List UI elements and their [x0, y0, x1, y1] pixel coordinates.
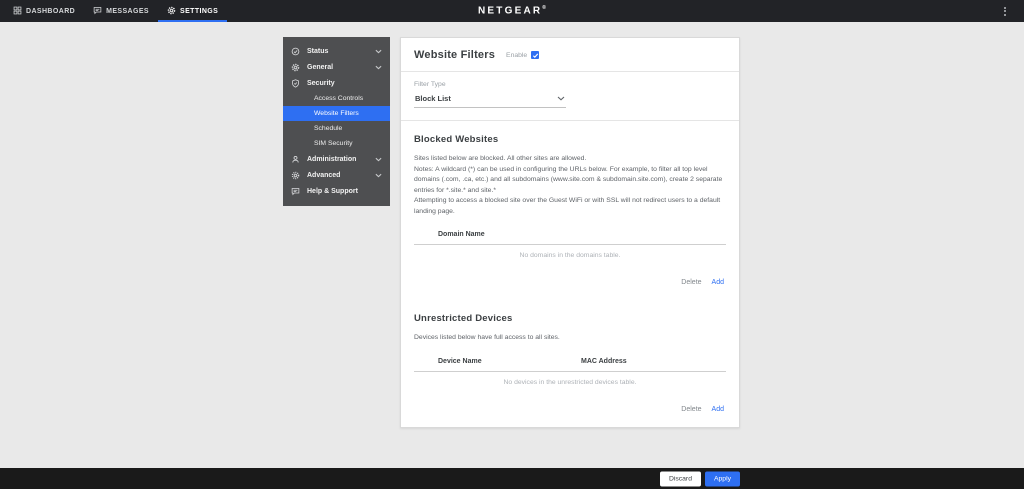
- sidebar-item-label: Status: [307, 48, 328, 55]
- footer-actions: Discard Apply: [660, 471, 740, 486]
- unrestricted-devices-description: Devices listed below have full access to…: [414, 333, 726, 344]
- chevron-down-icon: [375, 173, 382, 178]
- sidebar-item-label: Security: [307, 80, 335, 87]
- sidebar-item-security[interactable]: Security: [283, 75, 390, 91]
- description-line: Sites listed below are blocked. All othe…: [414, 154, 726, 165]
- empty-state-text: No domains in the domains table.: [414, 245, 726, 263]
- sidebar-item-sim-security[interactable]: SIM Security: [283, 136, 390, 151]
- sidebar-item-status[interactable]: Status: [283, 43, 390, 59]
- sidebar-item-schedule[interactable]: Schedule: [283, 121, 390, 136]
- tab-label: SETTINGS: [180, 8, 218, 15]
- unrestricted-devices-title: Unrestricted Devices: [414, 313, 726, 324]
- description-line: Devices listed below have full access to…: [414, 333, 726, 344]
- netgear-logo: NETGEAR®: [478, 5, 546, 16]
- chat-bubble-icon: [291, 187, 300, 196]
- table-actions: Delete Add: [414, 263, 726, 294]
- table-header-row: Domain Name: [414, 228, 726, 245]
- footer-bar: Discard Apply: [0, 468, 1024, 489]
- table-header-row: Device Name MAC Address: [414, 355, 726, 372]
- content-area: Status General Security: [283, 37, 740, 428]
- enable-control: Enable: [506, 51, 539, 59]
- chevron-down-icon: [375, 65, 382, 70]
- sidebar-item-help-support[interactable]: Help & Support: [283, 183, 390, 199]
- settings-icon: [167, 6, 176, 17]
- blocked-websites-title: Blocked Websites: [414, 134, 726, 145]
- tab-dashboard[interactable]: DASHBOARD: [4, 0, 84, 22]
- description-line: Attempting to access a blocked site over…: [414, 196, 726, 217]
- sidebar-item-label: Administration: [307, 156, 356, 163]
- filter-type-select[interactable]: Block List: [414, 92, 566, 108]
- sidebar: Status General Security: [283, 37, 390, 206]
- sidebar-subitem-label: SIM Security: [314, 140, 353, 147]
- sidebar-subitem-label: Website Filters: [314, 110, 359, 117]
- sidebar-item-access-controls[interactable]: Access Controls: [283, 91, 390, 106]
- filter-type-label: Filter Type: [414, 81, 726, 88]
- messages-icon: [93, 6, 102, 17]
- column-header-domain-name: Domain Name: [438, 231, 581, 238]
- sidebar-item-website-filters[interactable]: Website Filters: [283, 106, 390, 121]
- add-link[interactable]: Add: [712, 279, 724, 286]
- registered-mark: ®: [542, 5, 546, 11]
- tab-label: DASHBOARD: [26, 8, 75, 15]
- unrestricted-devices-table: Device Name MAC Address No devices in th…: [414, 355, 726, 421]
- sidebar-item-label: Help & Support: [307, 188, 358, 195]
- table-actions: Delete Add: [414, 390, 726, 421]
- sidebar-subitem-label: Access Controls: [314, 95, 363, 102]
- gear-icon: [291, 63, 300, 72]
- chevron-down-icon: [375, 49, 382, 54]
- sidebar-item-administration[interactable]: Administration: [283, 151, 390, 167]
- tab-label: MESSAGES: [106, 8, 149, 15]
- unrestricted-devices-section: Unrestricted Devices Devices listed belo…: [401, 300, 739, 427]
- chevron-down-icon: [375, 157, 382, 162]
- enable-checkbox[interactable]: [531, 51, 539, 59]
- add-link[interactable]: Add: [712, 406, 724, 413]
- kebab-menu-icon[interactable]: [998, 4, 1012, 18]
- blocked-websites-section: Blocked Websites Sites listed below are …: [401, 121, 739, 300]
- tab-settings[interactable]: SETTINGS: [158, 0, 227, 22]
- delete-link[interactable]: Delete: [681, 406, 701, 413]
- sidebar-item-general[interactable]: General: [283, 59, 390, 75]
- top-bar: DASHBOARD MESSAGES SETTINGS NETGEAR®: [0, 0, 1024, 22]
- delete-link[interactable]: Delete: [681, 279, 701, 286]
- filter-type-value: Block List: [415, 94, 451, 103]
- sidebar-subitem-label: Schedule: [314, 125, 342, 132]
- page-title: Website Filters: [414, 49, 495, 61]
- check-icon: [532, 52, 539, 59]
- description-line: Notes: A wildcard (*) can be used in con…: [414, 165, 726, 197]
- website-filters-panel: Website Filters Enable Filter Type Block…: [400, 37, 740, 428]
- top-tabs: DASHBOARD MESSAGES SETTINGS: [0, 0, 227, 22]
- enable-label: Enable: [506, 52, 527, 59]
- sidebar-item-label: General: [307, 64, 333, 71]
- discard-button[interactable]: Discard: [660, 471, 701, 486]
- empty-state-text: No devices in the unrestricted devices t…: [414, 372, 726, 390]
- apply-button[interactable]: Apply: [705, 471, 740, 486]
- dashboard-icon: [13, 6, 22, 17]
- tab-messages[interactable]: MESSAGES: [84, 0, 158, 22]
- person-icon: [291, 155, 300, 164]
- sidebar-item-advanced[interactable]: Advanced: [283, 167, 390, 183]
- status-check-circle-icon: [291, 47, 300, 56]
- chevron-down-icon: [557, 96, 565, 101]
- column-header-mac-address: MAC Address: [581, 358, 726, 365]
- filter-type-section: Filter Type Block List: [401, 72, 739, 121]
- blocked-domains-table: Domain Name No domains in the domains ta…: [414, 228, 726, 294]
- sidebar-item-label: Advanced: [307, 172, 340, 179]
- blocked-websites-description: Sites listed below are blocked. All othe…: [414, 154, 726, 217]
- shield-check-icon: [291, 79, 300, 88]
- panel-header: Website Filters Enable: [401, 38, 739, 72]
- column-header-device-name: Device Name: [438, 358, 581, 365]
- gear-icon: [291, 171, 300, 180]
